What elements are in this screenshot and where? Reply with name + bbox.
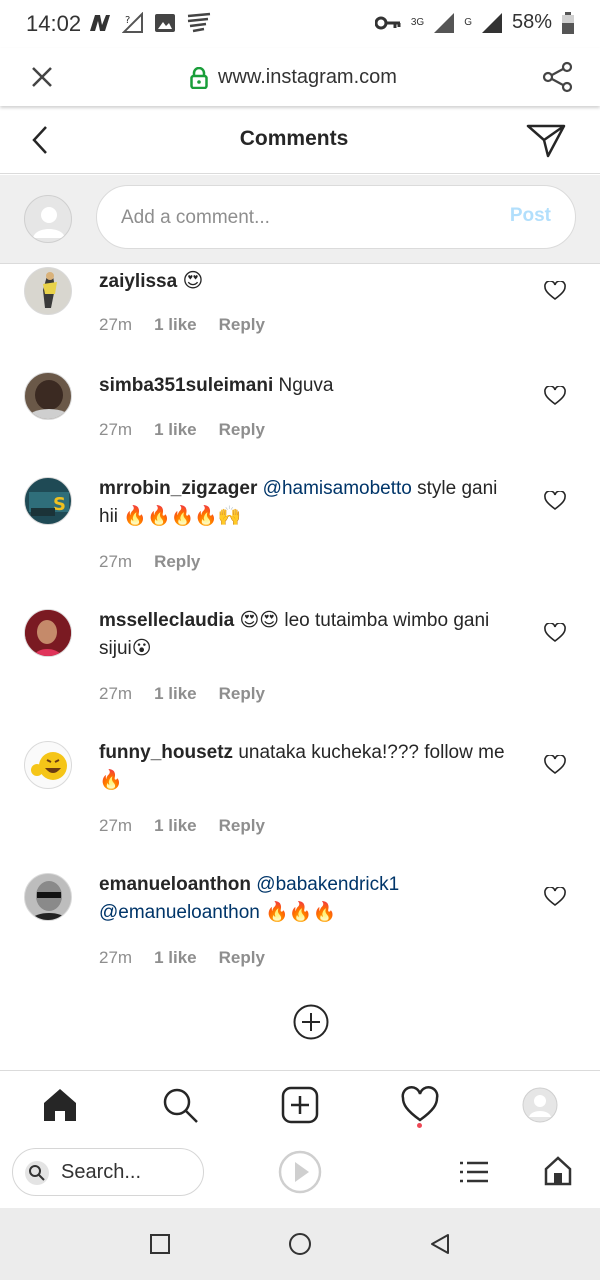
play-icon[interactable] [278,1150,322,1194]
avatar[interactable] [24,267,72,315]
status-bar: 14:02 ? 3G G 58% [0,0,600,48]
avatar[interactable] [24,741,72,789]
default-avatar-icon [33,207,65,238]
comment-username[interactable]: msselleclaudia [99,610,234,631]
page-title: Comments [239,127,349,150]
comment-text: Nguva [278,375,334,396]
comment-time: 27m [99,816,133,835]
comment-time: 27m [99,684,133,703]
comment-username[interactable]: funny_housetz [99,742,233,763]
reply-button[interactable]: Reply [219,816,265,836]
comments-list[interactable]: zaiylissa 😍 27m 1 like Reply simba351sul… [0,265,600,1070]
recents-icon[interactable] [148,1232,172,1256]
load-more-comments-icon[interactable] [292,1003,330,1041]
sync-icon [187,12,211,33]
comment-username[interactable]: zaiylissa [99,271,177,292]
direct-send-icon[interactable] [526,122,566,158]
browser-home-icon[interactable] [544,1156,572,1186]
avatar[interactable] [24,873,72,921]
reply-button[interactable]: Reply [154,552,200,572]
user-photo [30,881,68,920]
comment-username[interactable]: emanueloanthon [99,874,251,895]
signal-question-icon: ? [122,12,143,33]
comment-mention[interactable]: @emanueloanthon [99,902,260,923]
comment-mention[interactable]: @hamisamobetto [263,478,412,499]
n-icon [90,15,110,31]
search-icon[interactable] [160,1085,200,1125]
user-photo: S [29,492,69,516]
heart-icon[interactable] [544,281,566,301]
comment-time: 27m [99,552,133,571]
back-button-icon[interactable] [428,1232,452,1256]
comments-header: Comments [0,106,600,174]
comment-likes[interactable]: 1 like [154,816,197,836]
signal-icon [434,12,455,33]
comment-time: 27m [99,420,133,439]
comment-time: 27m [99,948,133,967]
browser-url-bar: www.instagram.com [0,48,600,106]
comment-likes[interactable]: 1 like [154,315,197,335]
comment-input[interactable] [121,204,481,232]
reply-button[interactable]: Reply [219,948,265,968]
new-post-icon[interactable] [280,1085,320,1125]
heart-icon[interactable] [544,887,566,907]
comment-likes[interactable]: 1 like [154,948,197,968]
battery-percent: 58% [511,11,552,33]
comment-text: 😍 [182,270,204,292]
close-icon[interactable] [28,63,56,91]
laughing-emoji-avatar [31,752,67,780]
home-button-icon[interactable] [288,1232,312,1256]
comment-time: 27m [99,315,133,334]
comment-likes[interactable]: 1 like [154,420,197,440]
share-icon[interactable] [542,61,574,93]
heart-icon[interactable] [544,755,566,775]
avatar[interactable]: S [24,477,72,525]
comment-username[interactable]: simba351suleimani [99,375,273,396]
user-photo [43,272,57,308]
avatar [24,195,72,243]
heart-icon[interactable] [544,386,566,406]
user-photo [27,380,71,419]
comment-mention[interactable]: @babakendrick1 [256,874,399,895]
avatar[interactable] [24,609,72,657]
bottom-nav [0,1070,600,1134]
browser-search-box[interactable]: Search... [12,1148,204,1196]
comment-username[interactable]: mrrobin_zigzager [99,478,257,499]
comment-likes[interactable]: 1 like [154,684,197,704]
network-g-label: G [464,17,472,28]
profile-icon[interactable] [520,1085,560,1125]
search-icon [25,1161,49,1185]
key-icon [374,16,401,29]
image-icon [155,14,175,32]
avatar[interactable] [24,372,72,420]
browser-bottom-bar: Search... [0,1134,600,1208]
url-display[interactable]: www.instagram.com [190,66,397,89]
url-text: www.instagram.com [218,66,397,88]
signal-icon [481,12,502,33]
system-nav-bar [0,1208,600,1280]
comment-input-box[interactable]: Post [96,185,576,249]
home-icon[interactable] [40,1085,80,1125]
lock-icon [190,66,208,89]
post-button[interactable]: Post [510,205,551,227]
browser-search-label: Search... [61,1161,142,1183]
reply-button[interactable]: Reply [219,684,265,704]
reply-button[interactable]: Reply [219,315,265,335]
network-3g-label: 3G [410,17,425,28]
reply-button[interactable]: Reply [219,420,265,440]
comment-text: 🔥🔥🔥 [265,902,337,923]
svg-text:?: ? [125,15,130,26]
activity-notification-dot [417,1123,422,1128]
heart-icon[interactable] [544,491,566,511]
add-comment-bar: Post [0,175,600,264]
status-time: 14:02 [26,11,82,36]
user-photo [25,610,71,656]
battery-icon [562,11,574,34]
menu-list-icon[interactable] [458,1160,490,1184]
activity-icon[interactable] [400,1085,440,1125]
heart-icon[interactable] [544,623,566,643]
